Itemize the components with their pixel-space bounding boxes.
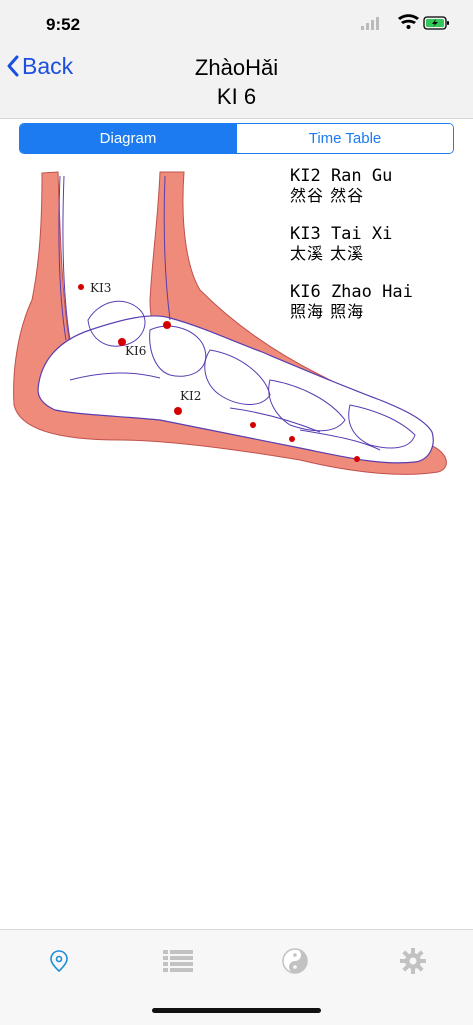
status-time: 9:52 <box>46 15 81 34</box>
legend-code: KI3 Tai Xi <box>290 224 393 244</box>
segment-time-table[interactable]: Time Table <box>236 124 453 153</box>
gear-icon <box>400 948 426 974</box>
legend-code: KI2 Ran Gu <box>290 166 393 186</box>
legend-chinese: 太溪 太溪 <box>290 244 365 263</box>
nav-title-point-code: KI 6 <box>216 84 257 109</box>
point-ki3-marker <box>78 284 84 290</box>
segment-diagram[interactable]: Diagram <box>20 124 236 153</box>
list-icon <box>163 950 193 972</box>
signal-icon <box>361 17 379 30</box>
tab-yin-yang[interactable] <box>275 944 315 978</box>
label-ki3: KI3 <box>90 281 112 295</box>
tab-location[interactable] <box>39 944 79 978</box>
battery-icon <box>423 16 449 30</box>
tab-list[interactable] <box>158 944 198 978</box>
legend-code: KI6 Zhao Hai <box>290 282 413 302</box>
point-ki2-marker <box>174 407 182 415</box>
system-icons <box>361 14 449 30</box>
legend-item: KI3 Tai Xi 太溪 太溪 <box>290 224 413 264</box>
point-marker-4 <box>289 436 295 442</box>
yin-yang-icon <box>282 948 308 974</box>
status-bar: 9:52 <box>0 0 473 44</box>
navigation-bar: Back ZhàoHǎi KI 6 <box>0 44 473 119</box>
nav-title-pinyin: ZhàoHǎi <box>194 55 279 80</box>
point-marker-5 <box>354 456 360 462</box>
view-segmented-control: Diagram Time Table <box>19 123 454 154</box>
label-ki2: KI2 <box>180 389 202 403</box>
legend-item: KI2 Ran Gu 然谷 然谷 <box>290 166 413 206</box>
legend-chinese: 然谷 然谷 <box>290 186 365 205</box>
home-indicator <box>152 1008 321 1013</box>
label-ki6: KI6 <box>125 344 147 358</box>
tab-settings[interactable] <box>393 944 433 978</box>
location-pin-icon <box>50 950 68 973</box>
point-legend: KI2 Ran Gu 然谷 然谷 KI3 Tai Xi 太溪 太溪 KI6 Zh… <box>290 166 413 340</box>
wifi-icon <box>398 14 419 29</box>
point-marker-3 <box>250 422 256 428</box>
legend-item: KI6 Zhao Hai 照海 照海 <box>290 282 413 322</box>
legend-chinese: 照海 照海 <box>290 302 365 321</box>
point-marker-upper <box>163 321 171 329</box>
